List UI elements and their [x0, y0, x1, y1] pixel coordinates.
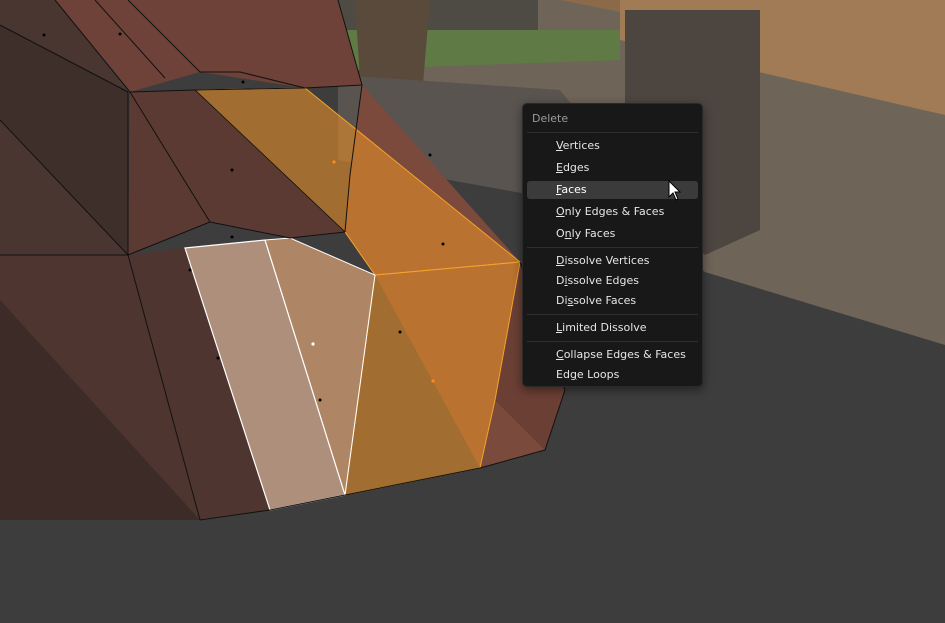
arrow-pointer-icon [668, 180, 682, 201]
3d-viewport[interactable] [0, 0, 945, 623]
menu-item-dissolve-vertices[interactable]: Dissolve Vertices [527, 252, 698, 270]
menu-divider [527, 341, 698, 342]
menu-item-vertices[interactable]: Vertices [527, 137, 698, 155]
menu-item-dissolve-edges[interactable]: Dissolve Edges [527, 272, 698, 290]
menu-divider [527, 314, 698, 315]
menu-item-edges[interactable]: Edges [527, 159, 698, 177]
menu-item-dissolve-faces[interactable]: Dissolve Faces [527, 292, 698, 310]
menu-item-collapse-edges-faces[interactable]: Collapse Edges & Faces [527, 346, 698, 364]
menu-item-only-edges-faces[interactable]: Only Edges & Faces [527, 203, 698, 221]
menu-divider [527, 247, 698, 248]
menu-divider [527, 132, 698, 133]
delete-context-menu: Delete Vertices Edges Faces Only Edges &… [522, 103, 703, 387]
menu-item-edge-loops[interactable]: Edge Loops [527, 366, 698, 384]
menu-item-only-faces[interactable]: Only Faces [527, 225, 698, 243]
menu-title: Delete [532, 112, 569, 125]
menu-item-limited-dissolve[interactable]: Limited Dissolve [527, 319, 698, 337]
